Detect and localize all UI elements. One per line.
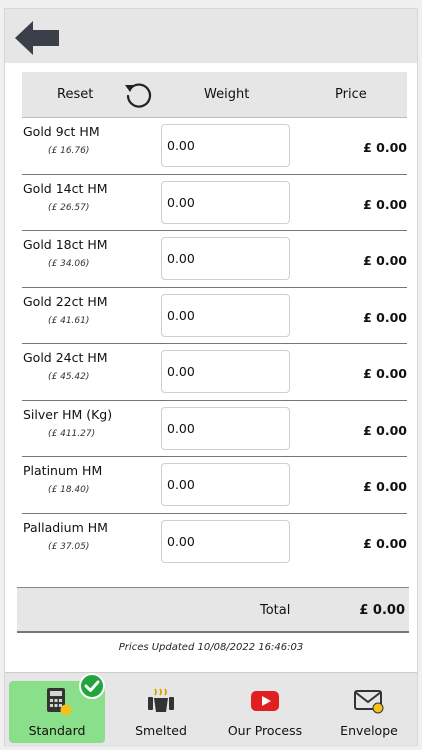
weight-input[interactable] bbox=[161, 463, 290, 506]
metal-rate: (£ 34.06) bbox=[48, 259, 90, 269]
metal-name: Platinum HM bbox=[23, 463, 103, 478]
weight-input[interactable] bbox=[161, 519, 290, 563]
bottom-tab-bar: Standard Smelted Our Process Envelope bbox=[5, 672, 417, 747]
back-arrow-icon[interactable] bbox=[15, 21, 63, 55]
tab-label: Standard bbox=[28, 723, 86, 738]
metal-name: Silver HM (Kg) bbox=[23, 406, 113, 422]
table-row: Gold 14ct HM (£ 26.57) £ 0.00 bbox=[22, 175, 407, 231]
weight-column-header: Weight bbox=[204, 87, 250, 102]
table-row: Gold 24ct HM (£ 45.42) £ 0.00 bbox=[22, 344, 407, 401]
calculator-icon bbox=[42, 686, 72, 716]
weight-input[interactable] bbox=[161, 124, 290, 167]
price-column-header: Price bbox=[335, 87, 367, 102]
check-badge-icon bbox=[79, 673, 105, 699]
metal-rate: (£ 37.05) bbox=[48, 541, 90, 552]
total-bar: Total £ 0.00 bbox=[17, 587, 409, 633]
crucible-icon bbox=[146, 686, 176, 716]
weight-input[interactable] bbox=[161, 237, 290, 280]
table-row: Gold 22ct HM (£ 41.61) £ 0.00 bbox=[22, 288, 407, 344]
table-row: Platinum HM (£ 18.40) £ 0.00 bbox=[22, 457, 407, 514]
reset-label[interactable]: Reset bbox=[57, 87, 93, 102]
tab-envelope[interactable]: Envelope bbox=[321, 681, 417, 743]
weight-input[interactable] bbox=[161, 350, 290, 393]
metal-name: Gold 18ct HM bbox=[23, 237, 108, 252]
envelope-icon bbox=[354, 686, 384, 716]
metal-rows: Gold 9ct HM (£ 16.76) £ 0.00 Gold 14ct H… bbox=[22, 118, 407, 570]
tab-our-process[interactable]: Our Process bbox=[217, 681, 313, 743]
metal-rate: (£ 41.61) bbox=[48, 315, 90, 326]
tab-label: Envelope bbox=[340, 723, 398, 738]
table-header: Reset Weight Price bbox=[22, 72, 407, 118]
app-frame: Reset Weight Price Gold 9ct HM (£ 16.76)… bbox=[4, 8, 418, 747]
row-price: £ 0.00 bbox=[363, 422, 407, 438]
weight-input[interactable] bbox=[161, 293, 290, 337]
metal-rate: (£ 26.57) bbox=[48, 202, 90, 213]
top-bar bbox=[5, 9, 417, 63]
row-price: £ 0.00 bbox=[363, 253, 407, 268]
weight-input[interactable] bbox=[161, 180, 290, 224]
metal-rate: (£ 411.27) bbox=[48, 428, 96, 439]
tab-standard[interactable]: Standard bbox=[9, 673, 105, 743]
row-price: £ 0.00 bbox=[363, 535, 407, 551]
metal-name: Gold 24ct HM bbox=[23, 350, 108, 365]
youtube-icon bbox=[250, 686, 280, 716]
table-row: Gold 9ct HM (£ 16.76) £ 0.00 bbox=[22, 118, 407, 175]
total-value: £ 0.00 bbox=[359, 603, 405, 618]
tab-label: Smelted bbox=[135, 723, 187, 738]
row-price: £ 0.00 bbox=[363, 140, 407, 155]
reset-icon[interactable] bbox=[122, 79, 154, 111]
table-row: Silver HM (Kg) (£ 411.27) £ 0.00 bbox=[22, 401, 407, 457]
row-price: £ 0.00 bbox=[363, 309, 407, 325]
metal-rate: (£ 16.76) bbox=[48, 146, 90, 156]
metal-name: Gold 9ct HM bbox=[23, 124, 100, 139]
row-price: £ 0.00 bbox=[363, 479, 407, 494]
row-price: £ 0.00 bbox=[363, 366, 407, 381]
prices-updated-text: Prices Updated 10/08/2022 16:46:03 bbox=[118, 642, 304, 653]
weight-input[interactable] bbox=[161, 406, 290, 450]
table-row: Gold 18ct HM (£ 34.06) £ 0.00 bbox=[22, 231, 407, 288]
metal-name: Gold 14ct HM bbox=[23, 180, 108, 196]
metal-rate: (£ 45.42) bbox=[48, 372, 90, 382]
metal-name: Palladium HM bbox=[23, 519, 108, 535]
total-label: Total bbox=[260, 603, 291, 618]
row-price: £ 0.00 bbox=[363, 196, 407, 212]
tab-label: Our Process bbox=[227, 723, 303, 738]
metal-name: Gold 22ct HM bbox=[23, 293, 108, 309]
table-row: Palladium HM (£ 37.05) £ 0.00 bbox=[22, 514, 407, 571]
tab-smelted[interactable]: Smelted bbox=[113, 681, 209, 743]
metal-rate: (£ 18.40) bbox=[48, 485, 90, 495]
